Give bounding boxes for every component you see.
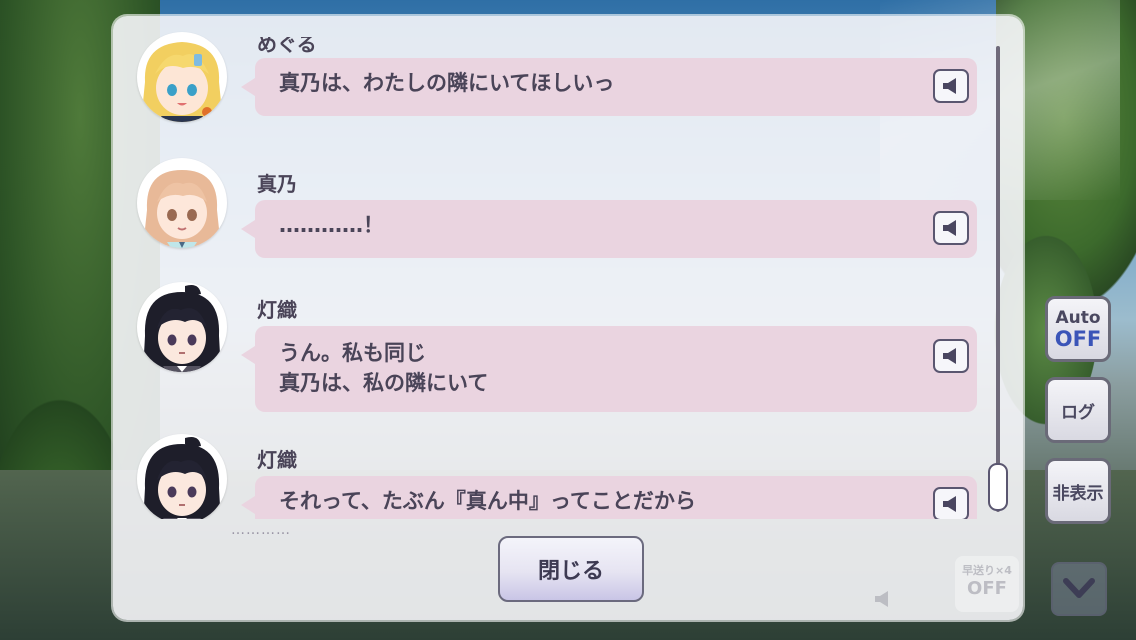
log-button[interactable]: ログ bbox=[1045, 377, 1111, 443]
log-label: ログ bbox=[1061, 402, 1095, 423]
dialogue-line: 真乃は、わたしの隣にいてほしいっ bbox=[279, 71, 615, 95]
speaker-icon bbox=[943, 220, 956, 236]
backlog-panel: めぐる 真乃は、わたしの隣にいてほしいっ 真乃 …………！ 灯織 うん。私も同じ… bbox=[113, 16, 1023, 620]
close-button[interactable]: 閉じる bbox=[498, 536, 644, 602]
voice-play-button[interactable] bbox=[933, 487, 969, 519]
dialogue-bubble: …………！ bbox=[241, 200, 977, 258]
scrollbar-track[interactable] bbox=[996, 46, 1000, 512]
close-label: 閉じる bbox=[537, 559, 604, 584]
speaker-icon-behind bbox=[875, 591, 888, 607]
hiori-face-icon bbox=[143, 437, 221, 519]
dialogue-line: …………！ bbox=[279, 213, 384, 237]
fast-forward-label: 早送り×4 bbox=[962, 564, 1012, 577]
hiori-face-icon bbox=[143, 285, 221, 372]
mano-face-icon bbox=[143, 170, 221, 248]
chevron-down-button[interactable] bbox=[1051, 562, 1107, 616]
scrollbar-thumb[interactable] bbox=[988, 463, 1008, 511]
meguru-face-icon bbox=[141, 42, 223, 122]
dialogue-bubble: それって、たぶん『真ん中』ってことだから bbox=[241, 476, 977, 519]
hiori-avatar bbox=[137, 282, 227, 372]
voice-play-button[interactable] bbox=[933, 69, 969, 103]
auto-label: Auto bbox=[1055, 307, 1101, 328]
dialogue-bubble: うん。私も同じ 真乃は、私の隣にいて bbox=[241, 326, 977, 412]
dialogue-bubble: 真乃は、わたしの隣にいてほしいっ bbox=[241, 58, 977, 116]
chevron-down-icon bbox=[1063, 578, 1095, 598]
speaker-icon bbox=[943, 496, 956, 512]
speaker-name: 灯織 bbox=[257, 448, 297, 472]
meguru-avatar bbox=[137, 32, 227, 122]
dialogue-line: うん。私も同じ bbox=[279, 341, 426, 365]
auto-state: OFF bbox=[1054, 326, 1102, 351]
hide-button[interactable]: 非表示 bbox=[1045, 458, 1111, 524]
auto-button[interactable]: Auto OFF bbox=[1045, 296, 1111, 362]
dialogue-line: それって、たぶん『真ん中』ってことだから bbox=[279, 489, 696, 513]
fast-forward-state: OFF bbox=[967, 578, 1007, 599]
dialogue-line: 真乃は、私の隣にいて bbox=[279, 371, 489, 395]
voice-play-button[interactable] bbox=[933, 339, 969, 373]
hide-label: 非表示 bbox=[1052, 483, 1104, 504]
mano-avatar bbox=[137, 158, 227, 248]
hiori-avatar bbox=[137, 434, 227, 519]
speaker-name: 真乃 bbox=[257, 172, 297, 196]
background-dialogue-peek: ………… bbox=[231, 522, 291, 538]
speaker-icon bbox=[943, 78, 956, 94]
log-list[interactable]: めぐる 真乃は、わたしの隣にいてほしいっ 真乃 …………！ 灯織 うん。私も同じ… bbox=[113, 16, 993, 519]
fast-forward-button-behind: 早送り×4 OFF bbox=[955, 556, 1019, 612]
speaker-icon bbox=[943, 348, 956, 364]
speaker-name: めぐる bbox=[257, 32, 317, 56]
voice-play-button[interactable] bbox=[933, 211, 969, 245]
speaker-name: 灯織 bbox=[257, 298, 297, 322]
